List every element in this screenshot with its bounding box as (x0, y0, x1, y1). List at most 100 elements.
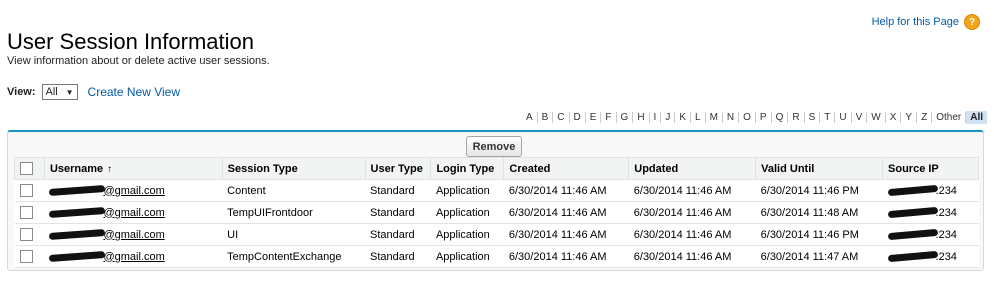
alpha-filter-w[interactable]: W (867, 112, 886, 123)
source-ip-cell: .234 (882, 179, 979, 202)
username-cell: @gmail.com (44, 245, 223, 268)
redaction-mark (887, 184, 938, 197)
row-checkbox[interactable] (19, 184, 33, 197)
row-checkbox[interactable] (19, 228, 33, 241)
username-link[interactable]: @gmail.com (49, 207, 165, 219)
valid-until-cell: 6/30/2014 11:46 PM (755, 223, 883, 246)
table-row: @gmail.com Content Standard Application … (14, 179, 979, 202)
updated-cell: 6/30/2014 11:46 AM (628, 179, 756, 202)
alpha-filter-v[interactable]: V (852, 112, 868, 123)
row-select-cell (14, 245, 45, 268)
alpha-filter-x[interactable]: X (886, 112, 902, 123)
alpha-filter-e[interactable]: E (586, 112, 602, 123)
alpha-filter-u[interactable]: U (835, 112, 852, 123)
session-type-cell: TempContentExchange (222, 245, 366, 268)
login-type-cell: Application (430, 201, 504, 224)
row-checkbox[interactable] (19, 250, 33, 263)
view-label: View: (7, 86, 36, 98)
help-icon[interactable]: ? (964, 14, 980, 30)
created-cell: 6/30/2014 11:46 AM (503, 245, 629, 268)
alpha-filter-o[interactable]: O (739, 112, 756, 123)
alpha-filter-g[interactable]: G (617, 112, 634, 123)
table-row: @gmail.com UI Standard Application 6/30/… (14, 223, 979, 246)
alpha-filter-b[interactable]: B (538, 112, 554, 123)
alpha-filter-y[interactable]: Y (901, 112, 918, 123)
page-description: View information about or delete active … (7, 55, 270, 67)
redaction-mark (887, 250, 938, 263)
redaction-mark (887, 228, 938, 241)
row-select-cell (14, 179, 45, 202)
column-header-created[interactable]: Created (503, 157, 630, 180)
session-type-cell: TempUIFrontdoor (222, 201, 366, 224)
valid-until-cell: 6/30/2014 11:47 AM (755, 245, 883, 268)
page-title: User Session Information (7, 28, 254, 54)
alpha-filter-c[interactable]: C (553, 112, 570, 123)
view-select-value: All (45, 86, 58, 98)
column-header-valid-until[interactable]: Valid Until (755, 157, 884, 180)
user-type-cell: Standard (365, 179, 431, 202)
alpha-filter-d[interactable]: D (570, 112, 586, 123)
created-cell: 6/30/2014 11:46 AM (503, 223, 629, 246)
select-all-header (14, 157, 45, 180)
view-selector-row: View: All ▼ Create New View (7, 84, 180, 100)
create-new-view-link[interactable]: Create New View (88, 85, 180, 99)
alpha-filter-h[interactable]: H (633, 112, 650, 123)
user-type-cell: Standard (365, 245, 431, 268)
alpha-filter-f[interactable]: F (601, 112, 617, 123)
user-type-cell: Standard (365, 223, 431, 246)
login-type-cell: Application (430, 245, 504, 268)
column-header-username[interactable]: Username ↑ (43, 157, 223, 180)
created-cell: 6/30/2014 11:46 AM (503, 179, 629, 202)
redaction-mark (887, 206, 938, 219)
help-link[interactable]: Help for this Page (872, 16, 959, 28)
alpha-filter-s[interactable]: S (805, 112, 821, 123)
alpha-filter-z[interactable]: Z (917, 112, 933, 123)
redaction-mark (49, 229, 106, 241)
sessions-table: Username ↑ Session Type User Type Login T… (14, 157, 979, 268)
column-header-user-type[interactable]: User Type (364, 157, 432, 180)
alpha-filter-l[interactable]: L (691, 112, 706, 123)
select-all-checkbox[interactable] (20, 162, 33, 175)
updated-cell: 6/30/2014 11:46 AM (628, 201, 756, 224)
alpha-filter-other[interactable]: Other (932, 112, 967, 123)
redaction-mark (49, 207, 106, 219)
redaction-mark (49, 185, 106, 197)
column-header-updated[interactable]: Updated (628, 157, 757, 180)
login-type-cell: Application (430, 179, 504, 202)
login-type-cell: Application (430, 223, 504, 246)
alpha-filter-p[interactable]: P (756, 112, 772, 123)
table-header-row: Username ↑ Session Type User Type Login T… (14, 157, 979, 180)
column-header-login-type[interactable]: Login Type (430, 157, 505, 180)
username-link[interactable]: @gmail.com (49, 185, 165, 197)
source-ip-cell: .234 (882, 223, 979, 246)
alpha-filter-m[interactable]: M (706, 112, 723, 123)
column-header-session-type[interactable]: Session Type (221, 157, 366, 180)
updated-cell: 6/30/2014 11:46 AM (628, 245, 756, 268)
username-cell: @gmail.com (44, 179, 223, 202)
alpha-filter-all[interactable]: All (966, 111, 987, 124)
created-cell: 6/30/2014 11:46 AM (503, 201, 629, 224)
session-type-cell: Content (222, 179, 366, 202)
session-type-cell: UI (222, 223, 366, 246)
username-cell: @gmail.com (44, 223, 223, 246)
column-header-source-ip[interactable]: Source IP (882, 157, 979, 180)
alpha-filter-t[interactable]: T (820, 112, 836, 123)
alpha-filter-a[interactable]: A (522, 112, 538, 123)
remove-button[interactable]: Remove (466, 136, 522, 157)
alpha-filter-n[interactable]: N (723, 112, 740, 123)
alpha-filter-k[interactable]: K (675, 112, 691, 123)
source-ip-cell: .234 (882, 245, 979, 268)
table-row: @gmail.com TempContentExchange Standard … (14, 245, 979, 268)
help-section: Help for this Page ? (872, 14, 980, 30)
username-link[interactable]: @gmail.com (49, 229, 165, 241)
sort-ascending-icon: ↑ (107, 163, 113, 175)
alpha-filter-q[interactable]: Q (772, 112, 789, 123)
updated-cell: 6/30/2014 11:46 AM (628, 223, 756, 246)
row-checkbox[interactable] (19, 206, 33, 219)
username-link[interactable]: @gmail.com (49, 251, 165, 263)
alpha-filter-r[interactable]: R (788, 112, 805, 123)
redaction-mark (49, 251, 106, 263)
alpha-filter-i[interactable]: I (650, 112, 662, 123)
view-select[interactable]: All ▼ (41, 84, 78, 100)
alpha-filter-j[interactable]: J (661, 112, 676, 123)
